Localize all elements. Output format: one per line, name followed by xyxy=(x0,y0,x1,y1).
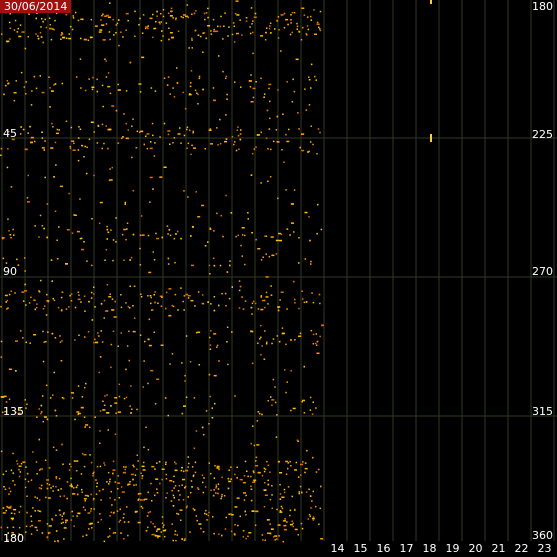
hour-label: 14 xyxy=(330,542,345,555)
hour-label: 22 xyxy=(514,542,529,555)
date-label: 30/06/2014 xyxy=(0,0,72,13)
hour-label: 18 xyxy=(422,542,437,555)
right-label-270: 270 xyxy=(532,265,553,278)
left-label-45: 45 xyxy=(3,127,17,140)
hour-label: 21 xyxy=(491,542,506,555)
hour-axis: 14 15 16 17 18 19 20 21 22 23 xyxy=(0,541,557,557)
marker-icon xyxy=(430,0,432,4)
left-label-90: 90 xyxy=(3,265,17,278)
hour-label: 17 xyxy=(399,542,414,555)
right-label-225: 225 xyxy=(532,128,553,141)
hour-label: 23 xyxy=(537,542,552,555)
data-dots xyxy=(0,0,324,543)
hour-label: 19 xyxy=(445,542,460,555)
right-label-315: 315 xyxy=(532,405,553,418)
right-label-180: 180 xyxy=(532,0,553,13)
grid-lines xyxy=(0,0,557,541)
hour-label: 15 xyxy=(353,542,368,555)
hour-label: 20 xyxy=(468,542,483,555)
radar-plot xyxy=(0,0,557,543)
marker-icon xyxy=(430,134,432,142)
hour-label: 16 xyxy=(376,542,391,555)
left-label-135: 135 xyxy=(3,405,24,418)
